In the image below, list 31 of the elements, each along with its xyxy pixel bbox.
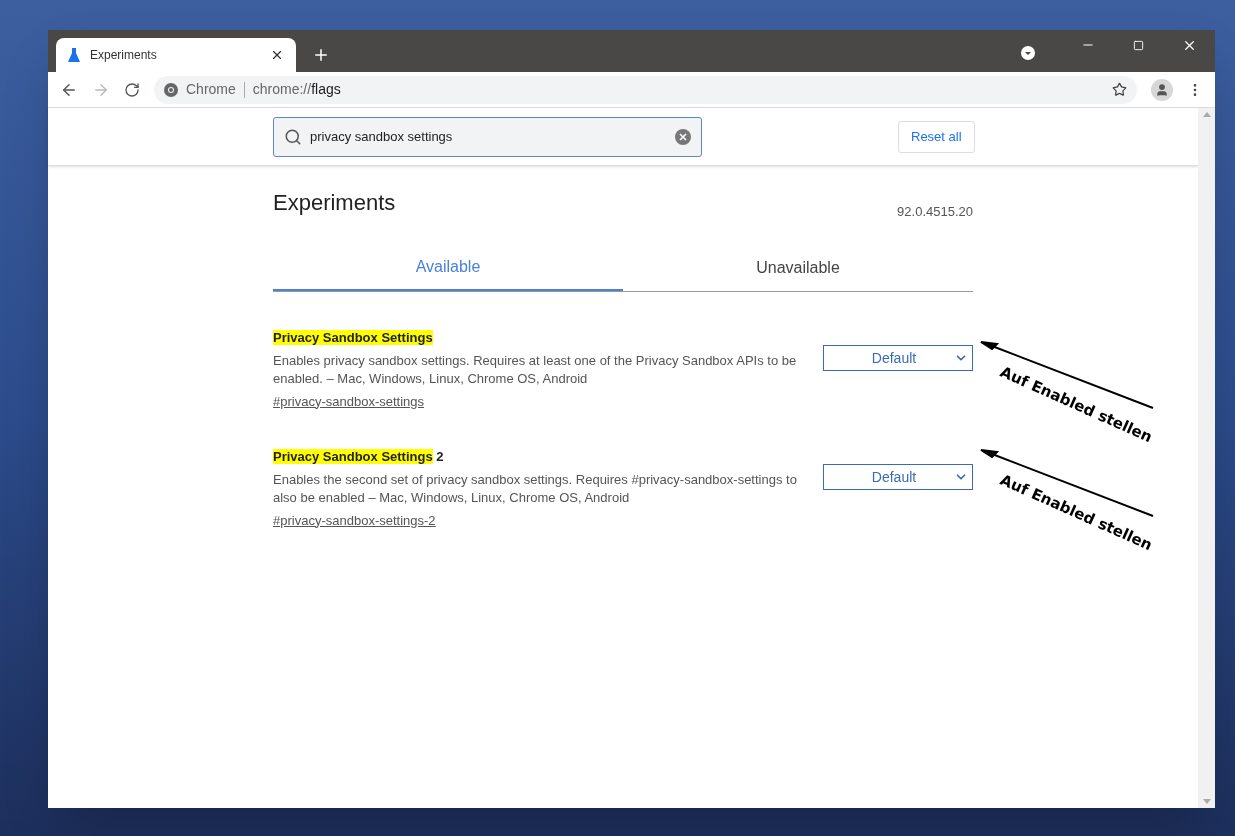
section-tab[interactable]: Unavailable: [623, 245, 973, 291]
tab-title: Experiments: [90, 47, 158, 64]
flag-select[interactable]: Default: [823, 464, 973, 490]
new-tab-icon[interactable]: [312, 46, 330, 64]
section-tab[interactable]: Available: [273, 245, 623, 291]
flag-description: Enables privacy sandbox settings. Requires at least one of the Privacy Sandbox APIs to be enabled. – Mac, Windows, Linux, Chrome OS, Android: [273, 351, 798, 388]
flag-link[interactable]: #privacy-sandbox-settings-2: [273, 510, 436, 530]
flag-link[interactable]: #privacy-sandbox-settings: [273, 391, 425, 411]
dropdown-circle-icon[interactable]: [1021, 46, 1035, 60]
address-bar[interactable]: Chrome chrome://flags: [154, 75, 1137, 104]
version-text: 92.0.4515.20: [897, 202, 973, 221]
reset-all-button[interactable]: Reset all: [898, 120, 975, 153]
flask-icon: [68, 48, 80, 62]
profile-avatar[interactable]: [1151, 78, 1173, 101]
browser-tab[interactable]: Experiments: [56, 38, 296, 72]
flag-title: Privacy Sandbox Settings 2: [273, 448, 445, 466]
search-icon: [284, 127, 302, 146]
bookmark-star-icon[interactable]: [1112, 82, 1127, 97]
reload-icon[interactable]: [124, 81, 140, 98]
url-text: chrome://flags: [252, 80, 342, 99]
flag-title: Privacy Sandbox Settings: [273, 329, 434, 347]
search-field[interactable]: privacy sandbox settings: [273, 116, 702, 157]
flag-select[interactable]: Default: [823, 345, 973, 371]
page-heading: Experiments: [273, 189, 396, 217]
chrome-logo-icon: [164, 82, 178, 97]
close-icon[interactable]: [270, 48, 284, 62]
maximize-icon[interactable]: [1133, 39, 1144, 51]
clear-icon[interactable]: [675, 128, 691, 145]
flag-description: Enables the second set of privacy sandbox settings. Requires #privacy-sandbox-settings to also be enabled – Mac, Windows, Linux, Chrome OS, Android: [273, 470, 798, 507]
search-input[interactable]: privacy sandbox settings: [310, 126, 667, 147]
site-label: Chrome: [186, 80, 236, 99]
